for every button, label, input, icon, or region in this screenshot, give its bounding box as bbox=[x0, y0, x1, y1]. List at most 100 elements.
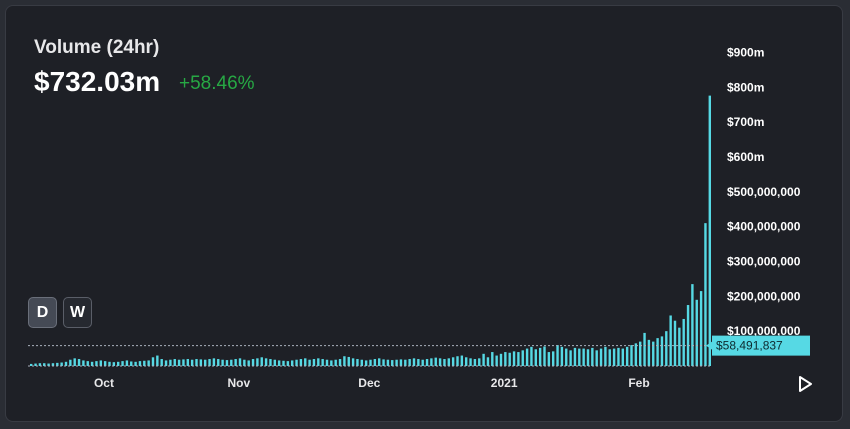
week-toggle-button[interactable]: W bbox=[63, 297, 92, 328]
volume-bar bbox=[286, 361, 290, 366]
day-toggle-button[interactable]: D bbox=[28, 297, 57, 328]
y-tick-label: $300,000,000 bbox=[727, 254, 801, 268]
volume-bar bbox=[238, 358, 242, 366]
volume-bar bbox=[512, 351, 516, 366]
x-tick-label: Feb bbox=[628, 376, 649, 390]
volume-bar bbox=[182, 359, 185, 366]
volume-bar bbox=[591, 347, 594, 366]
volume-bar bbox=[695, 299, 698, 366]
volume-bar bbox=[408, 359, 411, 366]
volume-bar bbox=[634, 343, 638, 366]
volume-bar bbox=[247, 360, 250, 366]
volume-bar bbox=[325, 359, 329, 366]
volume-bar bbox=[121, 361, 124, 366]
volume-bar bbox=[612, 348, 616, 366]
volume-bar bbox=[656, 338, 659, 366]
volume-bar bbox=[425, 359, 429, 366]
y-tick-label: $200,000,000 bbox=[727, 289, 801, 303]
volume-bar bbox=[391, 360, 394, 366]
volume-bar bbox=[499, 353, 503, 366]
crosshair-value-label: $58,491,837 bbox=[716, 339, 783, 353]
volume-bar bbox=[582, 348, 585, 366]
volume-bar bbox=[260, 357, 263, 366]
volume-bar bbox=[547, 352, 551, 366]
volume-bar bbox=[134, 361, 137, 366]
volume-bar bbox=[421, 359, 424, 366]
x-tick-label: 2021 bbox=[491, 376, 518, 390]
volume-bar bbox=[434, 357, 437, 366]
volume-bar bbox=[604, 346, 607, 366]
volume-bar bbox=[530, 346, 533, 366]
volume-bar bbox=[125, 360, 129, 366]
volume-bar bbox=[334, 359, 337, 366]
volume-bar bbox=[243, 359, 246, 366]
volume-bar bbox=[404, 359, 407, 366]
volume-bar bbox=[552, 351, 555, 366]
volume-bar bbox=[273, 359, 276, 366]
volume-bar bbox=[473, 359, 477, 366]
volume-bar bbox=[647, 339, 651, 366]
volume-bar bbox=[469, 358, 472, 366]
volume-bar bbox=[138, 361, 142, 366]
volume-bar bbox=[277, 360, 281, 366]
volume-bar bbox=[521, 350, 524, 366]
volume-bar bbox=[691, 284, 694, 366]
volume-bar bbox=[660, 336, 664, 366]
volume-bar bbox=[678, 327, 681, 366]
volume-bar bbox=[686, 305, 690, 366]
volume-bar bbox=[569, 350, 572, 366]
volume-bar bbox=[517, 352, 520, 366]
volume-bar bbox=[204, 359, 207, 366]
volume-bar bbox=[486, 357, 490, 366]
play-icon[interactable] bbox=[795, 374, 815, 394]
volume-bar bbox=[90, 361, 94, 366]
volume-bar bbox=[225, 360, 229, 366]
volume-bar bbox=[234, 359, 237, 366]
volume-bar bbox=[478, 358, 481, 366]
volume-bar bbox=[82, 360, 85, 366]
volume-bar bbox=[543, 346, 546, 366]
volume-bar bbox=[317, 358, 320, 366]
y-tick-label: $900m bbox=[727, 45, 764, 59]
volume-bar bbox=[504, 352, 507, 366]
volume-bar bbox=[482, 353, 485, 366]
volume-bar bbox=[343, 356, 346, 366]
volume-bar bbox=[356, 359, 359, 366]
volume-bar bbox=[534, 349, 537, 366]
volume-bar bbox=[386, 359, 390, 366]
volume-bar bbox=[103, 361, 107, 366]
volume-bar bbox=[195, 359, 198, 366]
y-tick-label: $500,000,000 bbox=[727, 185, 801, 199]
volume-bar bbox=[347, 356, 350, 366]
volume-bar bbox=[399, 359, 403, 366]
volume-bar bbox=[491, 352, 494, 366]
volume-bar bbox=[151, 357, 155, 366]
volume-bar bbox=[169, 359, 172, 366]
volume-bar bbox=[560, 346, 564, 366]
volume-bar bbox=[190, 359, 194, 366]
volume-bar bbox=[299, 359, 303, 366]
volume-bar bbox=[621, 348, 624, 366]
volume-bar bbox=[160, 359, 163, 366]
volume-bar bbox=[230, 359, 233, 366]
x-tick-label: Nov bbox=[227, 376, 250, 390]
volume-bar bbox=[212, 358, 216, 366]
volume-bar bbox=[256, 358, 259, 366]
volume-bar bbox=[143, 360, 146, 366]
volume-bar bbox=[173, 359, 176, 366]
volume-bar bbox=[73, 358, 76, 366]
volume-bar bbox=[595, 350, 598, 366]
volume-bar bbox=[208, 359, 211, 366]
volume-bar bbox=[86, 361, 89, 366]
volume-bar bbox=[312, 359, 316, 366]
volume-bar bbox=[291, 360, 294, 366]
volume-bar bbox=[417, 359, 420, 366]
volume-bar bbox=[282, 360, 285, 366]
volume-bar bbox=[665, 331, 668, 366]
volume-bar bbox=[60, 362, 63, 366]
volume-bar bbox=[460, 355, 464, 366]
volume-bar bbox=[164, 360, 168, 366]
x-tick-label: Oct bbox=[94, 376, 114, 390]
volume-bar-chart: $100,000,000$200,000,000$300,000,000$400… bbox=[28, 45, 810, 390]
volume-bar bbox=[186, 359, 189, 366]
